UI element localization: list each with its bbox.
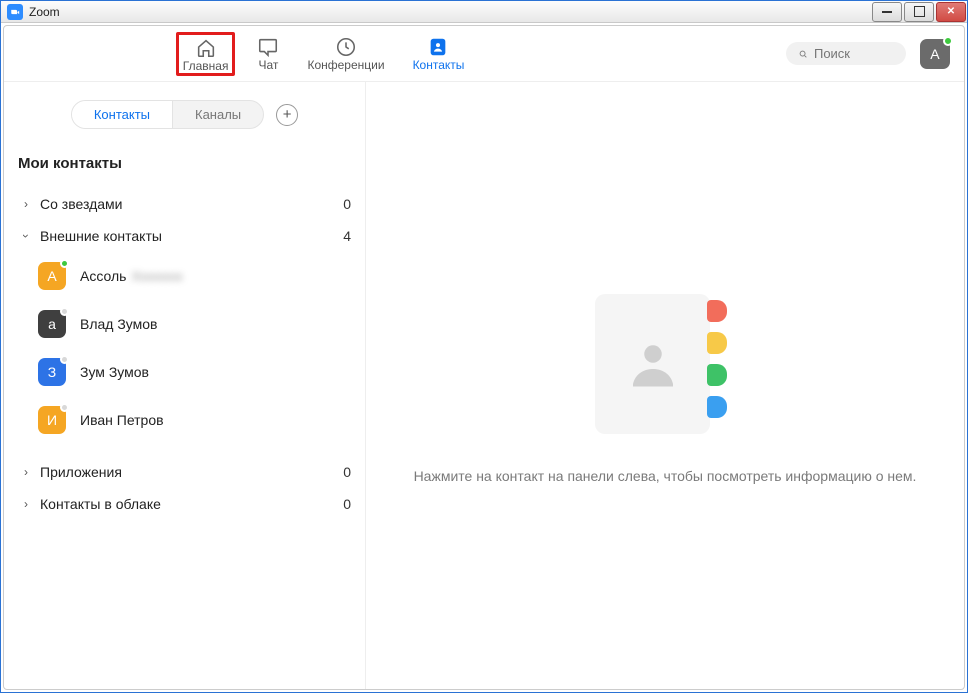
chevron-down-icon: › — [19, 228, 33, 244]
search-input[interactable] — [814, 46, 894, 61]
zoom-app-icon — [7, 4, 23, 20]
contact-item[interactable]: З Зум Зумов — [34, 348, 355, 396]
segment-channels[interactable]: Каналы — [173, 101, 263, 128]
segmented-control: Контакты Каналы — [71, 100, 264, 129]
presence-dot — [60, 355, 69, 364]
contact-avatar: а — [38, 310, 66, 338]
chevron-right-icon: › — [18, 465, 34, 479]
window-title: Zoom — [29, 5, 60, 19]
nav-tab-chat[interactable]: Чат — [251, 32, 285, 74]
user-avatar-initial: A — [930, 46, 939, 62]
contact-name: Иван Петров — [80, 412, 164, 428]
chevron-right-icon: › — [18, 197, 34, 211]
presence-dot — [60, 403, 69, 412]
group-count: 0 — [343, 464, 351, 480]
group-count: 4 — [343, 228, 351, 244]
nav-label-home: Главная — [183, 59, 229, 73]
presence-dot — [60, 259, 69, 268]
group-starred[interactable]: › Со звездами 0 — [14, 188, 355, 220]
segment-contacts[interactable]: Контакты — [72, 101, 173, 128]
window-close-button[interactable] — [936, 2, 966, 22]
group-count: 0 — [343, 496, 351, 512]
nav-tab-home[interactable]: Главная — [176, 32, 236, 76]
contact-name: Зум Зумов — [80, 364, 149, 380]
group-count: 0 — [343, 196, 351, 212]
titlebar: Zoom — [1, 1, 967, 23]
contacts-icon — [427, 36, 449, 58]
empty-state-hint: Нажмите на контакт на панели слева, чтоб… — [414, 468, 917, 484]
contact-avatar: А — [38, 262, 66, 290]
sidebar: Контакты Каналы + Мои контакты › Со звез… — [4, 82, 366, 689]
group-label: Со звездами — [40, 196, 122, 212]
contact-avatar: И — [38, 406, 66, 434]
chat-icon — [257, 36, 279, 58]
group-apps[interactable]: › Приложения 0 — [14, 456, 355, 488]
add-contact-button[interactable]: + — [276, 104, 298, 126]
nav-label-meetings: Конференции — [307, 58, 384, 72]
nav-label-contacts: Контакты — [413, 58, 465, 72]
section-title-my-contacts: Мои контакты — [18, 155, 351, 172]
top-nav: Главная Чат Конференции — [4, 26, 964, 82]
search-box[interactable] — [786, 42, 906, 65]
home-icon — [195, 37, 217, 59]
window-minimize-button[interactable] — [872, 2, 902, 22]
contact-item[interactable]: И Иван Петров — [34, 396, 355, 444]
contact-item[interactable]: А Ассоль Xxxxxxx — [34, 252, 355, 300]
contact-name: Влад Зумов — [80, 316, 158, 332]
group-cloud[interactable]: › Контакты в облаке 0 — [14, 488, 355, 520]
group-label: Контакты в облаке — [40, 496, 161, 512]
chevron-right-icon: › — [18, 497, 34, 511]
person-silhouette-icon — [623, 334, 683, 394]
presence-dot — [943, 36, 953, 46]
group-label: Внешние контакты — [40, 228, 162, 244]
main-panel: Нажмите на контакт на панели слева, чтоб… — [366, 82, 964, 689]
nav-tab-contacts[interactable]: Контакты — [407, 32, 471, 74]
group-external[interactable]: › Внешние контакты 4 — [14, 220, 355, 252]
nav-tab-meetings[interactable]: Конференции — [301, 32, 390, 74]
group-label: Приложения — [40, 464, 122, 480]
clock-icon — [335, 36, 357, 58]
contact-item[interactable]: а Влад Зумов — [34, 300, 355, 348]
contact-name-blurred: Xxxxxxx — [131, 268, 182, 284]
window-maximize-button[interactable] — [904, 2, 934, 22]
nav-label-chat: Чат — [259, 58, 279, 72]
search-icon — [798, 47, 808, 61]
user-avatar[interactable]: A — [920, 39, 950, 69]
empty-contacts-illustration — [595, 288, 735, 438]
contact-name: Ассоль — [80, 268, 126, 284]
presence-dot — [60, 307, 69, 316]
contact-avatar: З — [38, 358, 66, 386]
